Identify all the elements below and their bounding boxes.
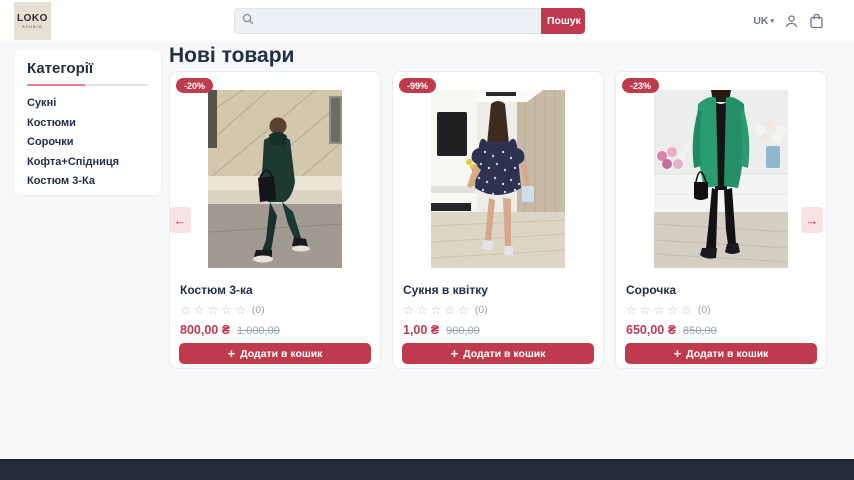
plus-icon: + (228, 347, 236, 360)
star-icon: ☆ (681, 303, 692, 317)
add-to-cart-button[interactable]: + Додати в кошик (625, 343, 817, 364)
product-title[interactable]: Сукня в квітку (403, 283, 593, 297)
sidebar-item-sukni[interactable]: Сукні (27, 94, 148, 114)
search-input[interactable] (260, 14, 534, 28)
add-to-cart-label: Додати в кошик (686, 348, 768, 360)
search-icon (242, 12, 254, 30)
carousel-prev-button[interactable]: ← (169, 207, 191, 233)
star-icon: ☆ (667, 303, 678, 317)
account-icon[interactable] (784, 14, 799, 29)
rating-count: (0) (475, 304, 488, 316)
rating-count: (0) (698, 304, 711, 316)
header: LOKO STUDIO Пошук UK ▾ (0, 0, 854, 42)
header-actions: UK ▾ (753, 0, 824, 42)
product-card: -99% (392, 71, 604, 369)
logo[interactable]: LOKO STUDIO (14, 2, 51, 40)
star-icon: ☆ (654, 303, 665, 317)
chevron-down-icon: ▾ (770, 18, 774, 25)
page-title: Нові товари (169, 44, 827, 68)
star-icon: ☆ (235, 303, 246, 317)
content: Категорії Сукні Костюми Сорочки Кофта+Сп… (0, 42, 854, 459)
arrow-left-icon: ← (174, 213, 187, 228)
divider (27, 84, 148, 86)
price: 1,00 ₴ (403, 323, 439, 337)
logo-subtext: STUDIO (22, 25, 42, 29)
categories-title: Категорії (27, 60, 148, 77)
price: 800,00 ₴ (180, 323, 230, 337)
search-input-wrap (234, 8, 541, 34)
star-icon: ☆ (458, 303, 469, 317)
new-products-section: Нові товари -20% (169, 44, 827, 369)
old-price: 1.000,00 (237, 325, 280, 337)
old-price: 900,00 (446, 325, 480, 337)
product-title[interactable]: Сорочка (626, 283, 816, 297)
rating: ☆ ☆ ☆ ☆ ☆ (0) (626, 303, 816, 317)
cart-icon[interactable] (809, 13, 824, 29)
star-icon: ☆ (194, 303, 205, 317)
search-bar: Пошук (234, 8, 585, 34)
sidebar-item-kostyum-3ka[interactable]: Костюм 3-Ка (27, 172, 148, 192)
star-icon: ☆ (417, 303, 428, 317)
price-row: 650,00 ₴ 850,00 (626, 323, 816, 337)
arrow-right-icon: → (806, 213, 819, 228)
categories-list: Сукні Костюми Сорочки Кофта+Спідниця Кос… (27, 94, 148, 192)
add-to-cart-label: Додати в кошик (463, 348, 545, 360)
categories-panel: Категорії Сукні Костюми Сорочки Кофта+Сп… (14, 50, 161, 195)
sidebar-item-kostyumy[interactable]: Костюми (27, 114, 148, 134)
plus-icon: + (451, 347, 459, 360)
rating: ☆ ☆ ☆ ☆ ☆ (0) (180, 303, 370, 317)
product-image[interactable] (208, 90, 342, 268)
rating: ☆ ☆ ☆ ☆ ☆ (0) (403, 303, 593, 317)
star-icon: ☆ (180, 303, 191, 317)
product-image[interactable] (431, 90, 565, 268)
rating-count: (0) (252, 304, 265, 316)
price: 650,00 ₴ (626, 323, 676, 337)
footer (0, 459, 854, 480)
carousel-next-button[interactable]: → (801, 207, 823, 233)
add-to-cart-label: Додати в кошик (240, 348, 322, 360)
product-carousel: -20% (169, 71, 827, 369)
price-row: 800,00 ₴ 1.000,00 (180, 323, 370, 337)
product-image[interactable] (654, 90, 788, 268)
star-icon: ☆ (208, 303, 219, 317)
add-to-cart-button[interactable]: + Додати в кошик (179, 343, 371, 364)
star-icon: ☆ (403, 303, 414, 317)
sidebar-item-sorochky[interactable]: Сорочки (27, 133, 148, 153)
page: LOKO STUDIO Пошук UK ▾ (0, 0, 854, 480)
language-selector[interactable]: UK ▾ (753, 15, 774, 27)
discount-badge: -23% (622, 78, 659, 93)
plus-icon: + (674, 347, 682, 360)
product-card: -20% (169, 71, 381, 369)
search-button[interactable]: Пошук (541, 8, 585, 34)
discount-badge: -99% (399, 78, 436, 93)
logo-text: LOKO (17, 14, 48, 24)
add-to-cart-button[interactable]: + Додати в кошик (402, 343, 594, 364)
star-icon: ☆ (431, 303, 442, 317)
star-icon: ☆ (221, 303, 232, 317)
language-label: UK (753, 15, 768, 27)
product-card: -23% (615, 71, 827, 369)
star-icon: ☆ (444, 303, 455, 317)
product-title[interactable]: Костюм 3-ка (180, 283, 370, 297)
star-icon: ☆ (626, 303, 637, 317)
star-icon: ☆ (640, 303, 651, 317)
sidebar-item-kofta-spidnytsia[interactable]: Кофта+Спідниця (27, 153, 148, 173)
price-row: 1,00 ₴ 900,00 (403, 323, 593, 337)
discount-badge: -20% (176, 78, 213, 93)
old-price: 850,00 (683, 325, 717, 337)
